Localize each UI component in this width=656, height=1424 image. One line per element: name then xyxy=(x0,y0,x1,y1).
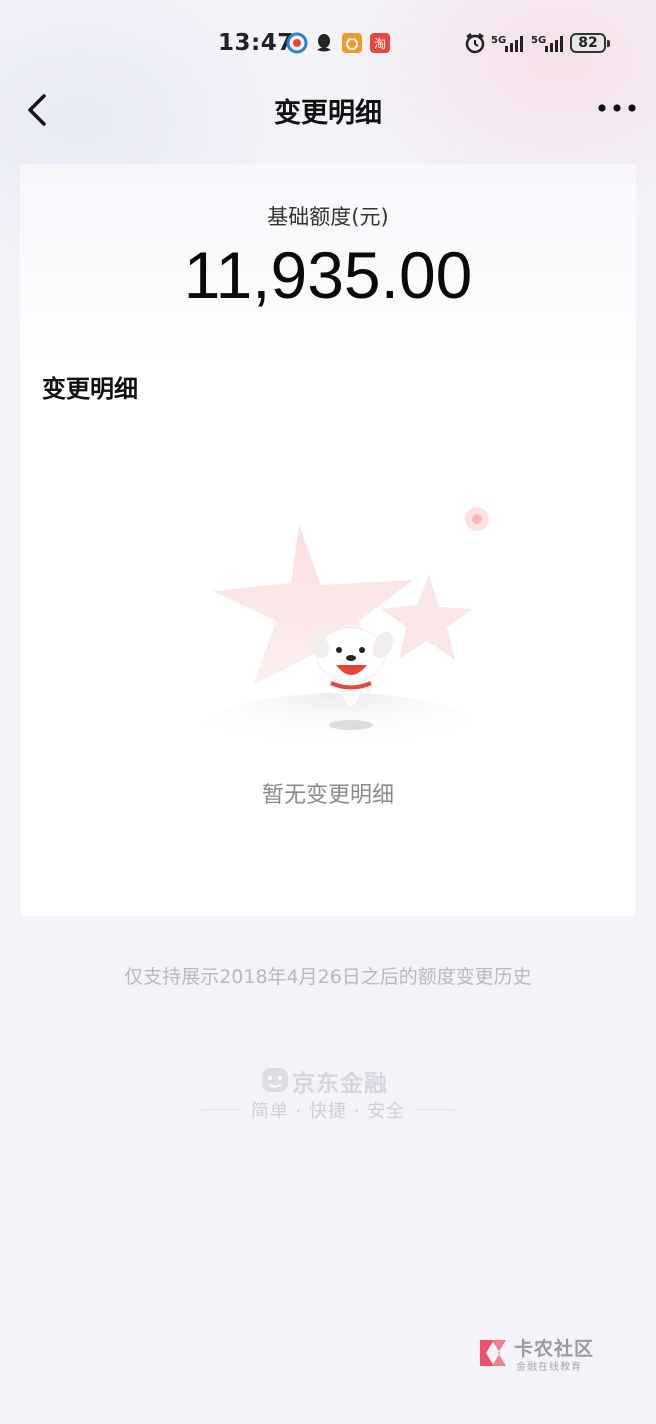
watermark: 卡农社区 金融在线教育 xyxy=(476,1334,606,1374)
tv-app-icon xyxy=(286,32,308,54)
taobao-icon: 淘 xyxy=(370,33,390,53)
network-label-2: 5G xyxy=(531,35,546,46)
qq-icon xyxy=(317,34,331,52)
empty-state-text: 暂无变更明细 xyxy=(261,783,394,808)
page-title: 变更明细 xyxy=(274,98,382,129)
battery-indicator: 82 xyxy=(570,33,610,53)
network-label-1: 5G xyxy=(491,35,506,46)
section-title: 变更明细 xyxy=(42,375,138,403)
jd-finance-logo-icon xyxy=(262,1068,288,1092)
quota-label: 基础额度(元) xyxy=(267,205,389,229)
brand-footer: 京东金融 简单 · 快捷 · 安全 xyxy=(200,1062,456,1126)
status-bar: 13:47 淘 5G 5G 82 xyxy=(0,0,656,88)
quota-card: 基础额度(元) 11,935.00 变更明细 暂无变更明细 xyxy=(21,165,635,916)
signal-strength-icon: 5G xyxy=(491,35,523,52)
quota-value: 11,935.00 xyxy=(183,238,473,312)
signal-strength-icon-2: 5G xyxy=(531,35,563,52)
brand-name: 京东金融 xyxy=(292,1071,388,1097)
watermark-name: 卡农社区 xyxy=(514,1338,595,1360)
svg-text:淘: 淘 xyxy=(374,37,386,51)
more-horizontal-icon[interactable] xyxy=(596,100,638,116)
app-icon xyxy=(342,33,362,53)
watermark-subtitle: 金融在线教育 xyxy=(516,1362,582,1373)
kanong-logo-icon xyxy=(480,1340,506,1366)
history-footnote: 仅支持展示2018年4月26日之后的额度变更历史 xyxy=(124,966,532,988)
empty-state-illustration xyxy=(196,507,489,745)
alarm-icon xyxy=(465,33,485,54)
status-time: 13:47 xyxy=(218,30,294,56)
brand-slogan: 简单 · 快捷 · 安全 xyxy=(250,1101,406,1122)
